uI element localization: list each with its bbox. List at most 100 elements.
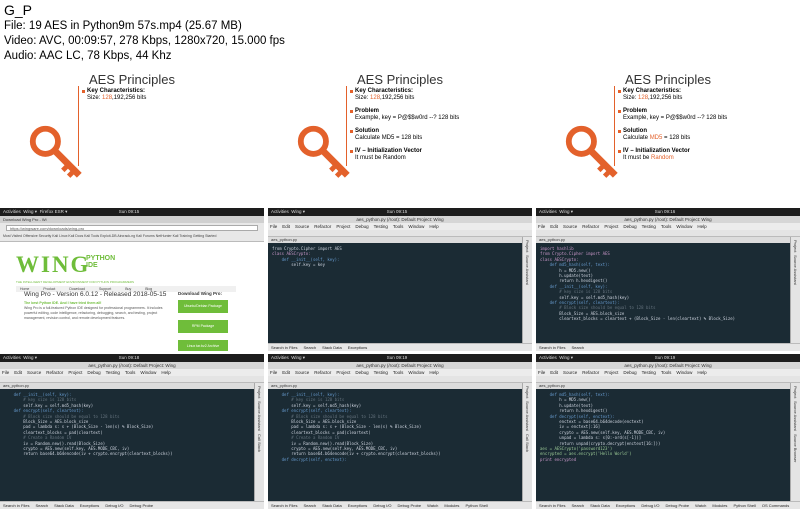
right-sidebar: Project Source Assistant Call Stack xyxy=(522,383,532,501)
menu-tools[interactable]: Tools xyxy=(661,370,672,375)
menu-file[interactable]: File xyxy=(270,224,277,229)
menu-file[interactable]: File xyxy=(2,370,9,375)
side-call-stack[interactable]: Call Stack xyxy=(257,434,262,452)
menu-window[interactable]: Window xyxy=(676,370,692,375)
right-sidebar: Project Source Assistant Call Stack xyxy=(254,383,264,501)
wing-logo[interactable]: WING xyxy=(16,252,90,278)
menu-file[interactable]: File xyxy=(538,224,545,229)
side-call-stack[interactable]: Call Stack xyxy=(525,434,530,452)
menu-testing[interactable]: Testing xyxy=(642,370,656,375)
wing-tagline: THE INTELLIGENT DEVELOPMENT ENVIRONMENT … xyxy=(16,280,135,284)
menu-testing[interactable]: Testing xyxy=(374,370,388,375)
solution-heading: Solution xyxy=(350,128,526,135)
menu-tools[interactable]: Tools xyxy=(393,370,404,375)
menu-file[interactable]: File xyxy=(270,370,277,375)
menu-help[interactable]: Help xyxy=(161,370,170,375)
side-source-assistant[interactable]: Source Assistant xyxy=(525,401,530,431)
desktop-topbar: Activities Wing ▾ Sun 09:19 xyxy=(268,354,532,362)
menu-file[interactable]: File xyxy=(538,370,545,375)
toolbar xyxy=(0,376,264,388)
code-editor[interactable]: def md5_hash(self, text): h = MD5.new() … xyxy=(536,389,790,501)
key-characteristics-heading: Key Characteristics: xyxy=(618,88,794,95)
menu-help[interactable]: Help xyxy=(697,224,706,229)
menu-edit[interactable]: Edit xyxy=(282,224,290,229)
menu-refactor[interactable]: Refactor xyxy=(314,224,331,229)
side-project[interactable]: Project xyxy=(525,386,530,398)
side-project[interactable]: Project xyxy=(257,386,262,398)
menu-help[interactable]: Help xyxy=(429,370,438,375)
side-project[interactable]: Project xyxy=(793,386,798,398)
menu-window[interactable]: Window xyxy=(408,370,424,375)
menu-source[interactable]: Source xyxy=(295,224,309,229)
menu-project[interactable]: Project xyxy=(336,224,350,229)
menu-bar: File Edit Source Refactor Project Debug Testin… xyxy=(536,369,800,376)
key-characteristics-heading: Key Characteristics: xyxy=(82,88,258,95)
code-editor[interactable]: import hashlib from Crypto.Cipher import … xyxy=(536,243,790,343)
window-title: aes_python.py (/root): Default Project: … xyxy=(536,216,800,223)
menu-source[interactable]: Source xyxy=(563,224,577,229)
toolbar xyxy=(536,230,800,242)
iv-text: It must be Random xyxy=(623,155,674,161)
side-project[interactable]: Project xyxy=(525,240,530,252)
menu-project[interactable]: Project xyxy=(604,370,618,375)
bookmarks-bar[interactable]: Most Visited Offensive Security Kali Lin… xyxy=(0,233,264,239)
menu-debug[interactable]: Debug xyxy=(623,224,636,229)
menu-edit[interactable]: Edit xyxy=(550,370,558,375)
menu-debug[interactable]: Debug xyxy=(623,370,636,375)
menu-debug[interactable]: Debug xyxy=(355,370,368,375)
wing-download-page: WING PYTHON IDE THE INTELLIGENT DEVELOPME… xyxy=(0,242,264,351)
thumbnail-grid: AES Principles Key Characteristics: Size… xyxy=(0,62,800,509)
menu-source[interactable]: Source xyxy=(27,370,41,375)
menu-help[interactable]: Help xyxy=(697,370,706,375)
menu-source[interactable]: Source xyxy=(295,370,309,375)
tool-tabs: Search in Files Search Stack Data Exception… xyxy=(268,343,532,351)
browser-tab[interactable]: Download Wing Pro - Wi xyxy=(0,216,264,223)
thumb-ide-2: Activities Wing ▾ Sun 09:15 aes_python.py… xyxy=(268,208,532,351)
menu-refactor[interactable]: Refactor xyxy=(314,370,331,375)
menu-refactor[interactable]: Refactor xyxy=(582,370,599,375)
problem-heading: Problem xyxy=(618,108,794,115)
side-source-assistant[interactable]: Source Assistant xyxy=(525,255,530,285)
download-tar-button[interactable]: Linux tar.bz2 Archive xyxy=(178,340,228,351)
menu-tools[interactable]: Tools xyxy=(125,370,136,375)
menu-help[interactable]: Help xyxy=(429,224,438,229)
menu-source[interactable]: Source xyxy=(563,370,577,375)
side-source-assistant[interactable]: Source Assistant xyxy=(793,401,798,431)
code-editor[interactable]: def __init__(self, key): # key size is 1… xyxy=(268,389,522,501)
menu-debug[interactable]: Debug xyxy=(355,224,368,229)
menu-project[interactable]: Project xyxy=(68,370,82,375)
menu-tools[interactable]: Tools xyxy=(661,224,672,229)
code-editor[interactable]: def __init__(self, key): # key size is 1… xyxy=(0,389,254,501)
menu-project[interactable]: Project xyxy=(604,224,618,229)
menu-edit[interactable]: Edit xyxy=(550,224,558,229)
browser-chrome: Download Wing Pro - Wi https://wingware.… xyxy=(0,216,264,242)
menu-window[interactable]: Window xyxy=(408,224,424,229)
side-project[interactable]: Project xyxy=(793,240,798,252)
menu-window[interactable]: Window xyxy=(676,224,692,229)
solution-text: Calculate MD5 = 128 bits xyxy=(623,135,691,141)
menu-edit[interactable]: Edit xyxy=(14,370,22,375)
menu-bar: File Edit Source Refactor Project Debug Testin… xyxy=(0,369,264,376)
download-heading: Download Wing Pro: xyxy=(178,291,222,296)
side-source-assistant[interactable]: Source Assistant xyxy=(257,401,262,431)
menu-testing[interactable]: Testing xyxy=(642,224,656,229)
side-source-browser[interactable]: Source Browser xyxy=(793,434,798,462)
url-bar[interactable]: https://wingware.com/downloads/wing-pro xyxy=(6,225,258,231)
thumb-ide-6: Activities Wing ▾ Sun 09:19 aes_python.py… xyxy=(536,354,800,509)
solution-heading: Solution xyxy=(618,128,794,135)
menu-refactor[interactable]: Refactor xyxy=(582,224,599,229)
download-deb-button[interactable]: Ubuntu/Debian Package xyxy=(178,300,228,313)
menu-window[interactable]: Window xyxy=(140,370,156,375)
side-source-assistant[interactable]: Source Assistant xyxy=(793,255,798,285)
menu-tools[interactable]: Tools xyxy=(393,224,404,229)
menu-edit[interactable]: Edit xyxy=(282,370,290,375)
menu-project[interactable]: Project xyxy=(336,370,350,375)
menu-testing[interactable]: Testing xyxy=(374,224,388,229)
code-editor[interactable]: from Crypto.Cipher import AES class AESCr… xyxy=(268,243,522,343)
menu-debug[interactable]: Debug xyxy=(87,370,100,375)
download-rpm-button[interactable]: RPM Package xyxy=(178,320,228,333)
menu-refactor[interactable]: Refactor xyxy=(46,370,63,375)
menu-testing[interactable]: Testing xyxy=(106,370,120,375)
slide-title: AES Principles xyxy=(357,72,443,87)
toolbar xyxy=(536,376,800,388)
